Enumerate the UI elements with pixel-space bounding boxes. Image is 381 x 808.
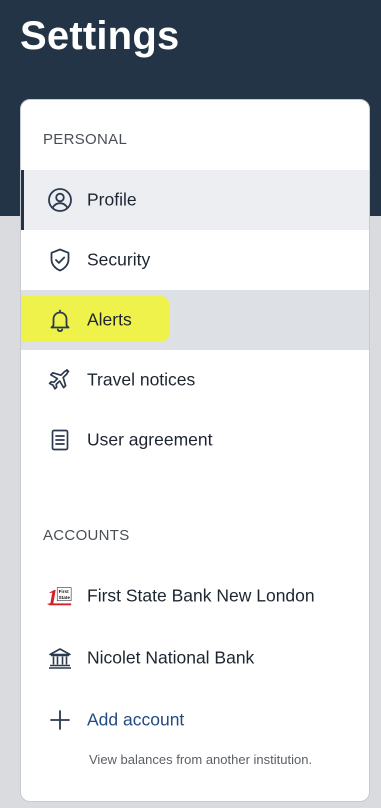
- account-item-nicolet-national-bank[interactable]: Nicolet National Bank: [21, 628, 369, 688]
- account-item-label: Nicolet National Bank: [87, 647, 255, 668]
- page-title: Settings: [20, 14, 180, 58]
- plus-icon: [47, 707, 73, 733]
- menu-item-label: User agreement: [87, 429, 213, 450]
- account-item-label: First State Bank New London: [87, 585, 315, 606]
- airplane-icon: [47, 367, 73, 393]
- add-account-description: View balances from another institution.: [89, 752, 313, 767]
- user-circle-icon: [47, 187, 73, 213]
- menu-item-security[interactable]: Security: [21, 230, 369, 290]
- menu-item-profile[interactable]: Profile: [21, 170, 369, 230]
- menu-item-label: Travel notices: [87, 369, 196, 390]
- section-heading-accounts: ACCOUNTS: [43, 527, 130, 544]
- bell-icon: [47, 307, 73, 333]
- first-state-bank-logo: 1 First State: [47, 583, 73, 609]
- menu-item-label: Security: [87, 249, 151, 270]
- bank-building-icon: [47, 645, 73, 671]
- menu-item-user-agreement[interactable]: User agreement: [21, 410, 369, 470]
- shield-check-icon: [47, 247, 73, 273]
- menu-item-label: Profile: [87, 189, 137, 210]
- document-icon: [47, 427, 73, 453]
- account-item-first-state-bank[interactable]: 1 First State First State Bank New Londo…: [21, 566, 369, 626]
- settings-menu-panel: PERSONAL Profile Security Alerts Travel …: [20, 99, 370, 802]
- svg-text:State: State: [59, 595, 71, 600]
- add-account-label: Add account: [87, 709, 185, 730]
- menu-item-travel-notices[interactable]: Travel notices: [21, 350, 369, 410]
- section-heading-personal: PERSONAL: [43, 131, 128, 148]
- menu-item-label: Alerts: [87, 309, 132, 330]
- add-account-button[interactable]: Add account: [21, 690, 369, 750]
- menu-item-alerts[interactable]: Alerts: [21, 290, 369, 350]
- svg-text:First: First: [59, 589, 69, 594]
